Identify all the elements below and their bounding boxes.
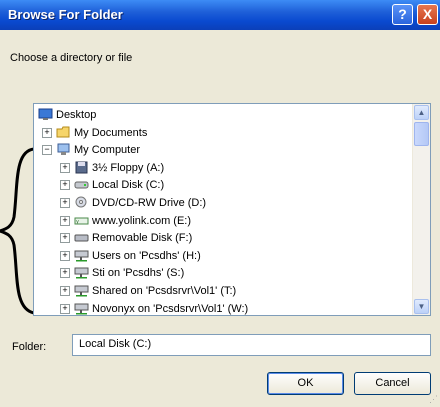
tree-item-label: Shared on 'Pcsdsrvr\Vol1' (T:) [92, 285, 237, 297]
tree-item[interactable]: + Users on 'Pcsdhs' (H:) [34, 247, 414, 265]
tree-item-label: Sti on 'Pcsdhs' (S:) [92, 267, 185, 280]
tree-item[interactable]: + y www.yolink.com (E:) [34, 212, 414, 230]
tree-item-label: Removable Disk (F:) [92, 232, 193, 245]
tree-item-label: Novonyx on 'Pcsdsrvr\Vol1' (W:) [92, 302, 249, 315]
removable-disk-icon [74, 231, 89, 244]
expand-icon[interactable]: + [60, 250, 70, 261]
tree-item-label: Users on 'Pcsdhs' (H:) [92, 249, 201, 262]
tree-item-label: www.yolink.com (E:) [92, 214, 192, 227]
tree-item[interactable]: +3½ Floppy (A:) [34, 159, 414, 177]
network-drive-icon [74, 302, 89, 315]
collapse-icon[interactable]: − [42, 145, 52, 156]
expand-icon[interactable]: + [60, 215, 70, 226]
folder-input[interactable]: Local Disk (C:) [72, 334, 431, 356]
scroll-up-button[interactable]: ▲ [414, 105, 429, 120]
resize-grip[interactable]: ⋰ [429, 394, 438, 405]
expand-icon[interactable]: + [60, 198, 70, 208]
tree-item-label: 3½ Floppy (A:) [92, 161, 165, 174]
expand-icon[interactable]: + [60, 268, 70, 279]
browse-for-folder-dialog: Browse For Folder ? X Choose a directory… [0, 0, 440, 407]
tree-item-label: Local Disk (C:) [92, 179, 165, 192]
network-drive-icon [74, 249, 89, 262]
tree-item[interactable]: + Sti on 'Pcsdhs' (S:) [34, 264, 414, 282]
vertical-scrollbar[interactable]: ▲ ▼ [412, 104, 430, 315]
cancel-button[interactable]: Cancel [354, 372, 431, 395]
tree-item[interactable]: + Shared on 'Pcsdsrvr\Vol1' (T:) [34, 282, 414, 300]
tree-item-label: My Computer [74, 144, 141, 157]
usb-drive-icon: y [74, 214, 89, 227]
dialog-title: Browse For Folder [8, 7, 123, 22]
network-drive-icon [74, 266, 89, 279]
tree-item-label: Desktop [56, 109, 97, 121]
desktop-icon [38, 108, 53, 121]
folder-tree[interactable]: ▲ ▼ Desktop + My Documents − My Computer +3½ … [33, 103, 431, 316]
tree-item[interactable]: + DVD/CD-RW Drive (D:) [34, 194, 414, 212]
bracket-annotation [0, 147, 35, 315]
scroll-thumb[interactable] [414, 122, 429, 146]
tree-item[interactable]: + Local Disk (C:) [34, 176, 414, 194]
expand-icon[interactable]: + [60, 286, 70, 296]
expand-icon[interactable]: + [60, 233, 70, 244]
tree-item[interactable]: − My Computer [34, 141, 414, 159]
floppy-icon [74, 161, 89, 174]
close-button[interactable]: X [417, 4, 438, 25]
tree-item-label: DVD/CD-RW Drive (D:) [92, 197, 207, 209]
svg-text:y: y [76, 219, 79, 225]
tree-item[interactable]: Desktop [34, 106, 414, 124]
tree-item[interactable]: + Removable Disk (F:) [34, 229, 414, 247]
tree-item-label: My Documents [74, 126, 148, 139]
help-button[interactable]: ? [392, 4, 413, 25]
computer-icon [56, 143, 71, 156]
expand-icon[interactable]: + [60, 303, 70, 314]
ok-button[interactable]: OK [267, 372, 344, 395]
expand-icon[interactable]: + [60, 162, 70, 173]
folder-icon [56, 126, 71, 139]
folder-label: Folder: [12, 341, 47, 353]
tree-item[interactable]: + My Documents [34, 124, 414, 142]
hard-disk-icon [74, 178, 89, 191]
title-bar[interactable]: Browse For Folder ? X [0, 0, 440, 30]
dialog-prompt: Choose a directory or file [10, 52, 133, 64]
tree-item[interactable]: + Novonyx on 'Pcsdsrvr\Vol1' (W:) [34, 300, 414, 315]
network-drive-icon [74, 284, 89, 297]
expand-icon[interactable]: + [42, 127, 52, 138]
expand-icon[interactable]: + [60, 180, 70, 191]
scroll-down-button[interactable]: ▼ [414, 299, 429, 314]
cd-drive-icon [74, 196, 89, 209]
